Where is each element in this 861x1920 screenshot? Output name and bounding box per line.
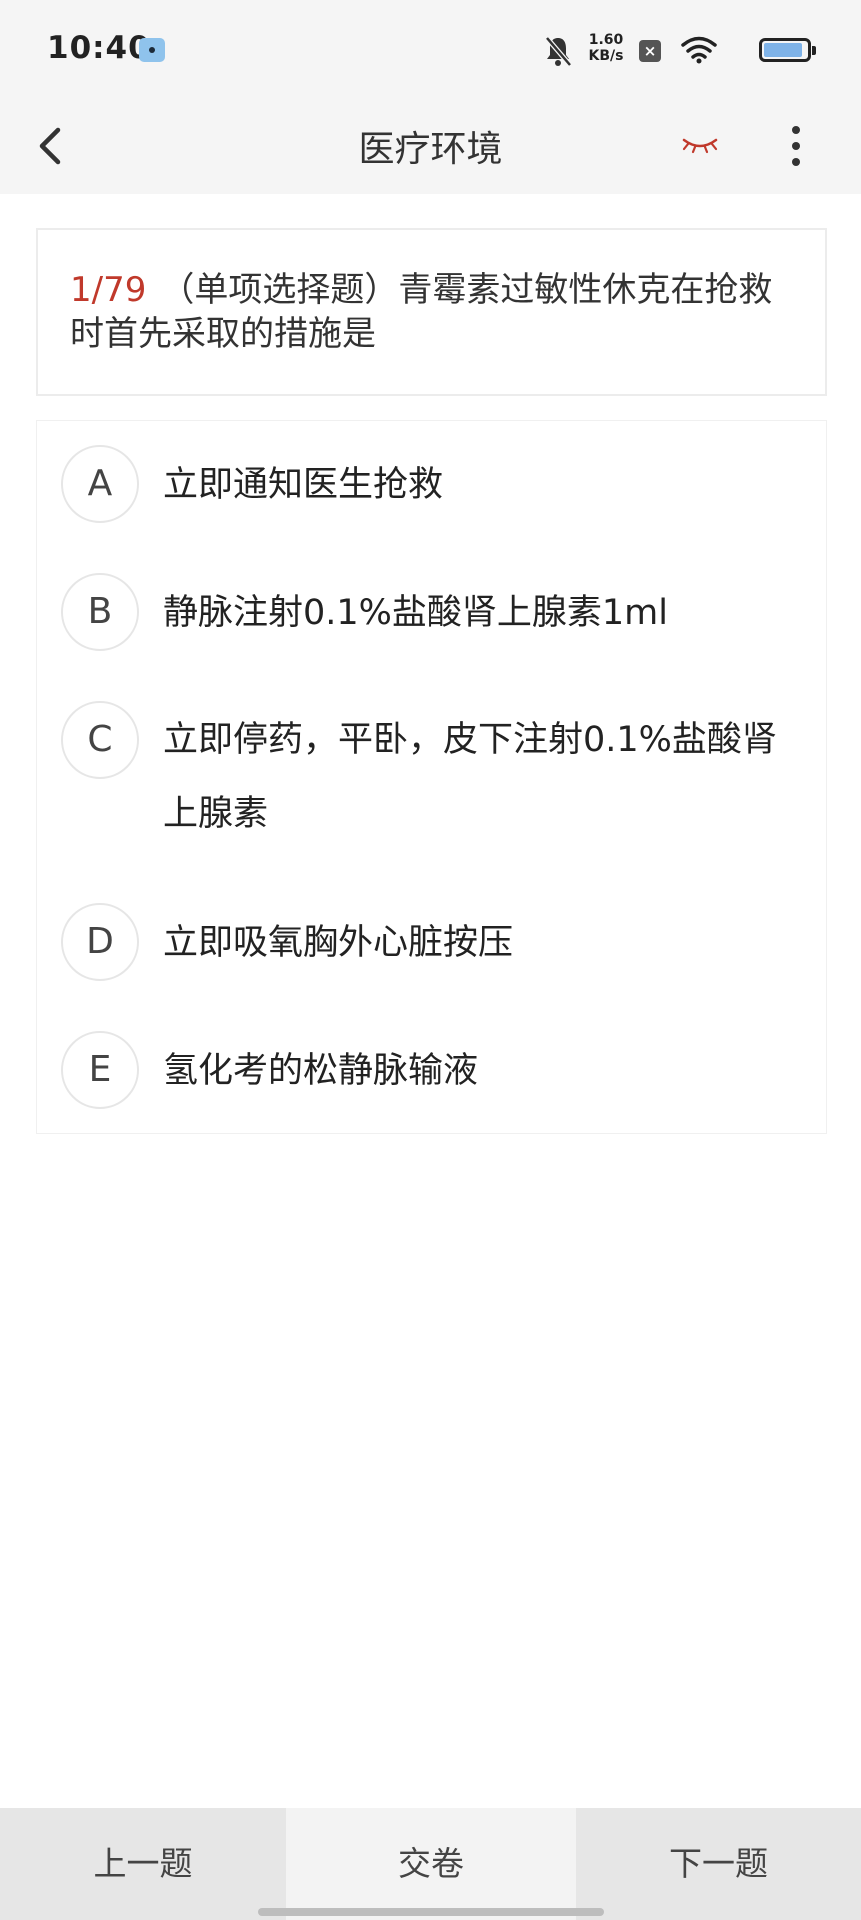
option-c[interactable]: C 立即停药，平卧，皮下注射0.1%盐酸肾上腺素 <box>37 677 828 879</box>
close-box-icon: × <box>639 40 661 62</box>
app-screen: 10:40 1.60 KB/s × 医疗环境 1/79 （单项选择题）青霉素过敏… <box>0 0 861 1920</box>
option-text: 立即吸氧胸外心脏按压 <box>163 923 514 963</box>
previous-question-button[interactable]: 上一题 <box>0 1808 286 1920</box>
network-speed: 1.60 KB/s <box>583 32 629 64</box>
option-letter: E <box>61 1031 139 1109</box>
option-text: 立即通知医生抢救 <box>163 465 444 505</box>
status-time: 10:40 <box>47 30 151 66</box>
option-text: 静脉注射0.1%盐酸肾上腺素1ml <box>163 593 669 633</box>
status-icons: 1.60 KB/s × <box>511 30 816 70</box>
option-text: 立即停药，平卧，皮下注射0.1%盐酸肾上腺素 <box>163 720 777 834</box>
status-bar: 10:40 1.60 KB/s × <box>0 0 861 100</box>
question-card: 1/79 （单项选择题）青霉素过敏性休克在抢救时首先采取的措施是 <box>36 228 827 396</box>
option-letter: B <box>61 573 139 651</box>
option-letter: A <box>61 445 139 523</box>
wifi-icon <box>681 36 717 64</box>
question-number: 1/79 <box>70 270 147 310</box>
options-list: A 立即通知医生抢救 B 静脉注射0.1%盐酸肾上腺素1ml C 立即停药，平卧… <box>36 420 827 1134</box>
network-speed-unit: KB/s <box>588 48 624 64</box>
closed-eye-icon[interactable] <box>678 130 722 160</box>
question-text-block: 1/79 （单项选择题）青霉素过敏性休克在抢救时首先采取的措施是 <box>70 268 793 356</box>
question-text: （单项选择题）青霉素过敏性休克在抢救时首先采取的措施是 <box>70 270 773 354</box>
next-question-button[interactable]: 下一题 <box>576 1808 861 1920</box>
app-notification-icon <box>139 38 165 62</box>
option-letter: C <box>61 701 139 779</box>
submit-exam-button[interactable]: 交卷 <box>286 1808 576 1920</box>
bottom-navigation: 上一题 交卷 下一题 <box>0 1808 861 1920</box>
mute-bell-icon <box>545 36 572 67</box>
option-b[interactable]: B 静脉注射0.1%盐酸肾上腺素1ml <box>37 549 828 677</box>
page-title: 医疗环境 <box>358 129 503 170</box>
battery-icon <box>759 38 816 62</box>
option-text: 氢化考的松静脉输液 <box>163 1051 479 1091</box>
more-vertical-icon[interactable] <box>778 116 814 176</box>
home-indicator[interactable] <box>258 1908 604 1916</box>
option-letter: D <box>61 903 139 981</box>
top-app-bar: 医疗环境 <box>0 100 861 194</box>
option-d[interactable]: D 立即吸氧胸外心脏按压 <box>37 879 828 1007</box>
option-a[interactable]: A 立即通知医生抢救 <box>37 421 828 549</box>
option-e[interactable]: E 氢化考的松静脉输液 <box>37 1007 828 1135</box>
network-speed-value: 1.60 <box>588 32 624 48</box>
